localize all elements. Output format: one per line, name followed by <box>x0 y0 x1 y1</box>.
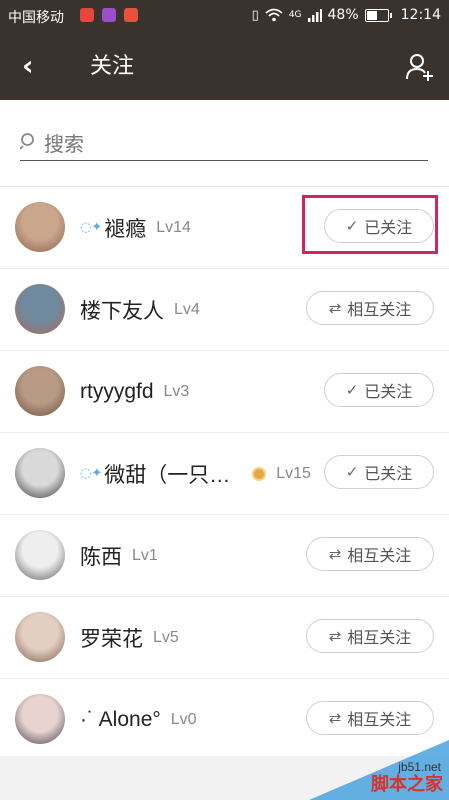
user-name[interactable]: 微甜（一只… <box>104 459 230 489</box>
user-level: Lv1 <box>132 546 158 564</box>
list-item[interactable]: 楼下友人 Lv4 ⇄ 相互关注 <box>0 269 449 351</box>
user-info: 罗荣花 Lv5 <box>80 597 179 678</box>
status-bar: 中国移动 ▯ 4G 48% 12:14 <box>0 0 449 32</box>
user-name[interactable]: rtyyygfd <box>80 380 154 404</box>
search-icon <box>20 133 34 150</box>
watermark-text: 脚本之家 <box>371 774 443 794</box>
wifi-icon <box>265 8 283 22</box>
search-input[interactable]: 搜索 <box>20 124 428 161</box>
user-info: ·˙ Alone° Lv0 <box>80 679 197 760</box>
avatar[interactable] <box>15 530 65 580</box>
decoration-icon: ◌✦ <box>80 466 103 481</box>
user-level: Lv3 <box>163 382 190 400</box>
following-list: ◌✦ 褪瘾 Lv14 ✓ 已关注 楼下友人 Lv4 ⇄ 相互关注 rtyyygfd Lv3 ✓ 已关注 ◌… <box>0 187 449 761</box>
vibrate-icon: ▯ <box>251 7 259 23</box>
user-info: 楼下友人 Lv4 <box>80 269 200 350</box>
highlight-box <box>302 195 438 254</box>
avatar[interactable] <box>15 366 65 416</box>
medal-icon <box>252 466 267 481</box>
avatar[interactable] <box>15 694 65 744</box>
button-label: 相互关注 <box>347 630 412 647</box>
user-name[interactable]: ·˙ Alone° <box>80 708 161 732</box>
decoration-icon: ◌✦ <box>80 220 103 235</box>
mutual-follow-button[interactable]: ⇄ 相互关注 <box>306 537 434 571</box>
user-level: Lv15 <box>276 464 311 482</box>
swap-arrows-icon: ⇄ <box>328 710 342 727</box>
button-label: 相互关注 <box>347 548 412 565</box>
notification-app-icon <box>80 8 94 22</box>
list-item[interactable]: 罗荣花 Lv5 ⇄ 相互关注 <box>0 597 449 679</box>
avatar[interactable] <box>15 612 65 662</box>
swap-arrows-icon: ⇄ <box>328 300 342 317</box>
app-bar: ‹ 关注 <box>0 32 449 100</box>
button-label: 相互关注 <box>347 712 412 729</box>
button-label: 相互关注 <box>347 302 412 319</box>
notification-app-icon <box>124 8 138 22</box>
user-info: rtyyygfd Lv3 <box>80 351 189 432</box>
user-name[interactable]: 陈西 <box>80 541 122 571</box>
notification-app-icon <box>102 8 116 22</box>
user-name[interactable]: 罗荣花 <box>80 623 143 653</box>
list-item[interactable]: rtyyygfd Lv3 ✓ 已关注 <box>0 351 449 433</box>
battery-icon <box>364 8 392 22</box>
followed-button[interactable]: ✓ 已关注 <box>324 455 434 489</box>
network-type: 4G <box>288 10 302 20</box>
user-level: Lv5 <box>153 628 179 646</box>
signal-icon <box>307 9 322 22</box>
user-level: Lv14 <box>156 218 191 236</box>
user-info: ◌✦ 褪瘾 Lv14 <box>80 187 191 268</box>
check-icon: ✓ <box>345 464 359 481</box>
swap-arrows-icon: ⇄ <box>328 546 342 563</box>
swap-arrows-icon: ⇄ <box>328 628 342 645</box>
user-level: Lv0 <box>170 710 197 728</box>
followed-button[interactable]: ✓ 已关注 <box>324 373 434 407</box>
add-user-icon[interactable] <box>405 52 435 82</box>
user-name[interactable]: 楼下友人 <box>80 295 164 325</box>
user-info: ◌✦ 微甜（一只… Lv15 <box>80 433 311 514</box>
mutual-follow-button[interactable]: ⇄ 相互关注 <box>306 291 434 325</box>
list-item[interactable]: ◌✦ 微甜（一只… Lv15 ✓ 已关注 <box>0 433 449 515</box>
avatar[interactable] <box>15 284 65 334</box>
user-info: 陈西 Lv1 <box>80 515 158 596</box>
mutual-follow-button[interactable]: ⇄ 相互关注 <box>306 619 434 653</box>
list-item[interactable]: 陈西 Lv1 ⇄ 相互关注 <box>0 515 449 597</box>
clock: 12:14 <box>400 7 441 23</box>
watermark: jb51.net 脚本之家 <box>309 740 449 800</box>
button-label: 已关注 <box>364 384 413 401</box>
button-label: 已关注 <box>364 466 413 483</box>
carrier-label: 中国移动 <box>8 10 64 26</box>
avatar[interactable] <box>15 202 65 252</box>
mutual-follow-button[interactable]: ⇄ 相互关注 <box>306 701 434 735</box>
avatar[interactable] <box>15 448 65 498</box>
back-button[interactable]: ‹ <box>22 46 34 86</box>
user-level: Lv4 <box>174 300 200 318</box>
user-name[interactable]: 褪瘾 <box>104 213 146 243</box>
check-icon: ✓ <box>345 382 359 399</box>
battery-percent: 48% <box>327 7 359 23</box>
page-title: 关注 <box>90 53 135 78</box>
search-placeholder: 搜索 <box>44 134 84 156</box>
